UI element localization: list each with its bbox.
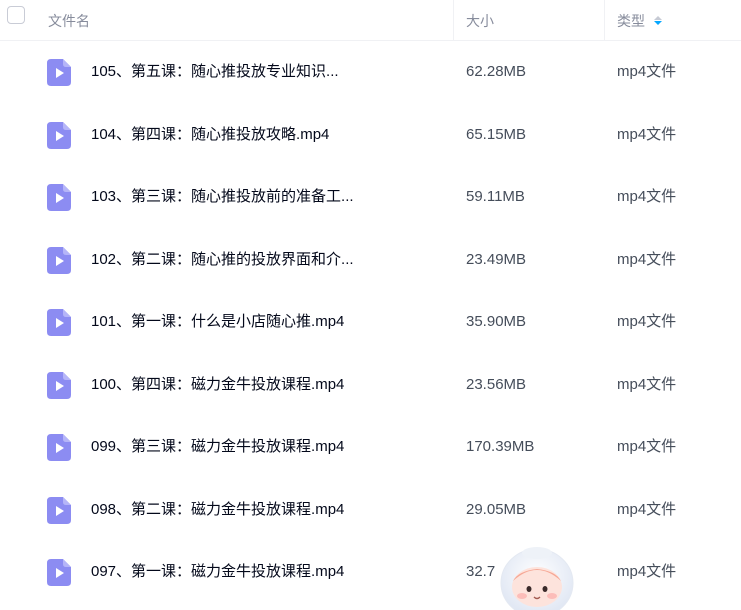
video-file-icon (47, 434, 71, 461)
file-row[interactable]: 100、第四课：磁力金牛投放课程.mp4 23.56MB mp4文件 (0, 354, 741, 416)
file-size: 62.28MB (466, 63, 527, 80)
file-row[interactable]: 102、第二课：随心推的投放界面和介... 23.49MB mp4文件 (0, 229, 741, 291)
file-size: 29.05MB (466, 500, 527, 518)
file-name[interactable]: 100、第四课：磁力金牛投放课程.mp4 (91, 375, 344, 395)
select-all-checkbox[interactable] (7, 6, 25, 24)
file-size: 32.7 (466, 563, 496, 580)
video-file-icon (47, 309, 71, 336)
column-header-name[interactable]: 文件名 (48, 0, 90, 41)
video-file-icon (47, 246, 71, 274)
video-file-icon (47, 496, 71, 524)
file-size: 170.39MB (466, 438, 535, 455)
column-header-type-label: 类型 (617, 12, 645, 29)
file-size: 59.11MB (466, 188, 525, 205)
file-list-header: 文件名 大小 类型 (0, 0, 741, 41)
file-size: 35.90MB (466, 313, 527, 330)
file-type: mp4文件 (617, 375, 677, 393)
sort-icon[interactable] (654, 16, 662, 25)
column-header-type[interactable]: 类型 (617, 0, 662, 41)
file-row[interactable]: 103、第三课：随心推投放前的准备工... 59.11MB mp4文件 (0, 166, 741, 228)
video-file-icon (47, 184, 71, 211)
file-type: mp4文件 (617, 125, 677, 143)
video-file-icon (47, 59, 71, 86)
column-header-size[interactable]: 大小 (466, 0, 494, 41)
file-name[interactable]: 099、第三课：磁力金牛投放课程.mp4 (91, 437, 344, 457)
file-type: mp4文件 (617, 438, 677, 455)
file-type: mp4文件 (617, 563, 677, 580)
file-row[interactable]: 098、第二课：磁力金牛投放课程.mp4 29.05MB mp4文件 (0, 479, 741, 541)
file-type: mp4文件 (617, 250, 677, 268)
file-size: 23.56MB (466, 375, 527, 393)
video-file-icon (47, 121, 71, 149)
file-type: mp4文件 (617, 63, 677, 80)
file-name[interactable]: 098、第二课：磁力金牛投放课程.mp4 (91, 500, 344, 520)
file-type: mp4文件 (617, 313, 677, 330)
file-row[interactable]: 099、第三课：磁力金牛投放课程.mp4 170.39MB mp4文件 (0, 416, 741, 478)
file-name[interactable]: 097、第一课：磁力金牛投放课程.mp4 (91, 562, 344, 582)
file-row[interactable]: 105、第五课：随心推投放专业知识... 62.28MB mp4文件 (0, 41, 741, 103)
file-size: 65.15MB (466, 125, 527, 143)
column-divider (453, 0, 454, 40)
video-file-icon (47, 559, 71, 586)
file-row[interactable]: 097、第一课：磁力金牛投放课程.mp4 32.7 mp4文件 (0, 541, 741, 603)
file-row[interactable]: 101、第一课：什么是小店随心推.mp4 35.90MB mp4文件 (0, 291, 741, 353)
file-name[interactable]: 103、第三课：随心推投放前的准备工... (91, 187, 354, 207)
file-size: 23.49MB (466, 250, 527, 268)
column-divider (604, 0, 605, 40)
file-name[interactable]: 104、第四课：随心推投放攻略.mp4 (91, 125, 329, 145)
mascot-icon[interactable] (498, 545, 576, 610)
file-name[interactable]: 102、第二课：随心推的投放界面和介... (91, 250, 354, 270)
file-type: mp4文件 (617, 500, 677, 518)
column-header-size-label: 大小 (466, 12, 494, 29)
file-row[interactable]: 104、第四课：随心推投放攻略.mp4 65.15MB mp4文件 (0, 104, 741, 166)
file-type: mp4文件 (617, 188, 677, 205)
video-file-icon (47, 371, 71, 399)
file-name[interactable]: 101、第一课：什么是小店随心推.mp4 (91, 312, 344, 332)
file-name[interactable]: 105、第五课：随心推投放专业知识... (91, 62, 339, 82)
column-header-name-label: 文件名 (48, 12, 90, 29)
